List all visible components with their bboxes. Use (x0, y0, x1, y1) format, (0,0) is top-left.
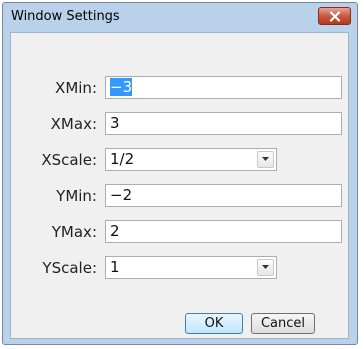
xmax-input[interactable]: 3 (105, 112, 342, 135)
chevron-down-icon (262, 265, 269, 269)
yscale-dropdown-button[interactable] (257, 259, 274, 276)
xmax-label: XMax: (50, 115, 97, 133)
xmin-value: −3 (110, 78, 133, 96)
ymax-input[interactable]: 2 (105, 220, 342, 243)
xmin-input[interactable]: −3 (105, 76, 342, 99)
xscale-value: 1/2 (110, 150, 135, 168)
dialog-body: XMin: −3 XMax: 3 XScale: 1/2 YMin: −2 YM… (10, 32, 349, 339)
ymin-input[interactable]: −2 (105, 184, 342, 207)
ymax-value: 2 (110, 222, 120, 240)
title-bar[interactable]: Window Settings (3, 3, 357, 31)
close-button[interactable] (318, 7, 351, 25)
ymin-label: YMin: (56, 187, 97, 205)
xscale-dropdown-button[interactable] (257, 151, 274, 168)
yscale-value: 1 (110, 258, 120, 276)
yscale-dropdown[interactable]: 1 (105, 256, 277, 279)
ymax-label: YMax: (51, 223, 97, 241)
cancel-button[interactable]: Cancel (251, 313, 315, 334)
chevron-down-icon (262, 157, 269, 161)
ok-button[interactable]: OK (185, 313, 243, 334)
yscale-label: YScale: (42, 259, 97, 277)
ymin-value: −2 (110, 186, 133, 204)
xmax-value: 3 (110, 114, 120, 132)
xscale-dropdown[interactable]: 1/2 (105, 148, 277, 171)
xmin-label: XMin: (55, 79, 97, 97)
close-x-icon (329, 10, 340, 22)
window-settings-dialog: Window Settings XMin: −3 XMax: 3 XScale:… (2, 2, 358, 345)
xscale-label: XScale: (41, 151, 97, 169)
dialog-title: Window Settings (11, 9, 120, 24)
